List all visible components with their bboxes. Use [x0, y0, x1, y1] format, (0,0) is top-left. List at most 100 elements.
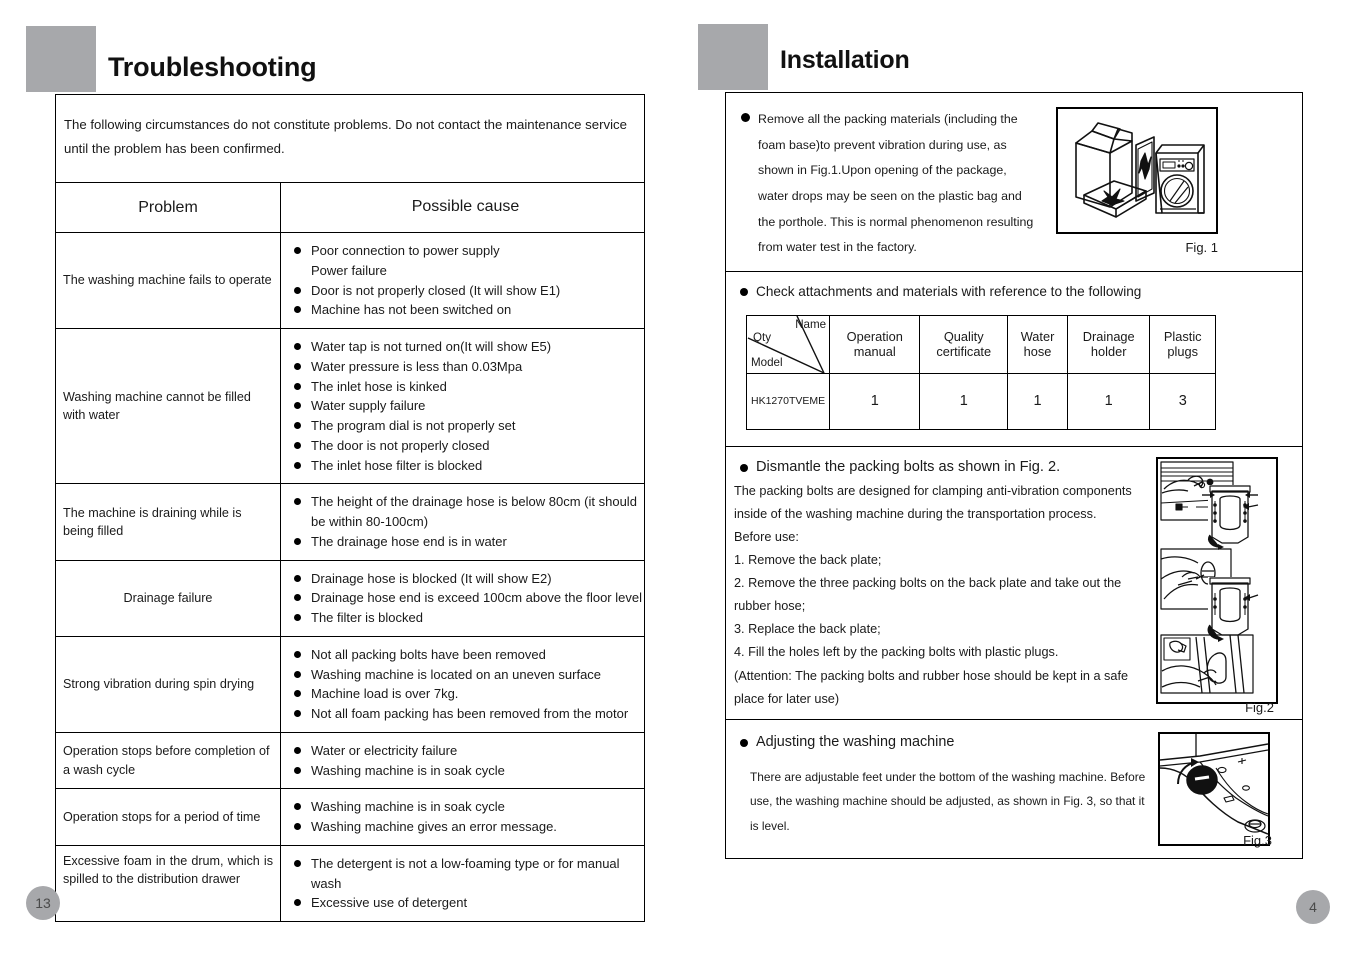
adjustable-foot-illustration	[1158, 731, 1270, 846]
figure-2-wrapper: Fig.2	[1156, 456, 1278, 715]
dismantle-bolts-paragraph: 2. Remove the three packing bolts on the…	[734, 576, 1122, 614]
attachments-column-header: Plastic plugs	[1149, 314, 1216, 374]
possible-cause-cell: Water or electricity failure Washing mach…	[281, 733, 644, 789]
section-dismantle-bolts: Dismantle the packing bolts as shown in …	[726, 447, 1302, 720]
cause-list: Drainage hose is blocked (It will show E…	[287, 569, 644, 628]
cause-list-item: Drainage hose end is exceed 100cm above …	[287, 588, 644, 608]
page-number-right: 4	[1296, 890, 1330, 924]
cause-list-item: Washing machine is in soak cycle	[287, 797, 644, 817]
cause-list-item: The inlet hose filter is blocked	[287, 456, 644, 476]
installation-content-box: Remove all the packing materials (includ…	[725, 92, 1303, 859]
cause-list-item: The inlet hose is kinked	[287, 377, 644, 397]
column-header-problem: Problem	[56, 182, 281, 233]
dismantle-bolts-paragraph: (Attention: The packing bolts and rubber…	[734, 668, 1129, 706]
cause-list: Water or electricity failure Washing mach…	[287, 741, 644, 781]
section-check-attachments: Check attachments and materials with ref…	[726, 272, 1302, 447]
cause-list-item: Machine load is over 7kg.	[287, 684, 644, 704]
attachments-corner-header: Name Qty Model	[745, 314, 831, 374]
possible-cause-cell: The detergent is not a low-foaming type …	[281, 846, 644, 921]
figure-2-caption: Fig.2	[1245, 699, 1274, 715]
packing-box-and-washer-illustration	[1056, 107, 1218, 234]
problem-cell: Strong vibration during spin drying	[56, 636, 281, 732]
heading-accent-square	[698, 24, 768, 90]
cause-list: The detergent is not a low-foaming type …	[287, 854, 644, 913]
corner-label-qty: Qty	[753, 330, 772, 344]
cause-list-item: The filter is blocked	[287, 608, 644, 628]
cause-list-item: The program dial is not properly set	[287, 416, 644, 436]
cause-list-item: Water tap is not turned on(It will show …	[287, 337, 644, 357]
figure-1-caption: Fig. 1	[1185, 240, 1218, 255]
problem-cell: The washing machine fails to operate	[56, 233, 281, 329]
cause-list: Not all packing bolts have been removed W…	[287, 645, 644, 724]
left-page: Troubleshooting The following circumstan…	[0, 0, 680, 954]
cause-list-item: Water supply failure	[287, 396, 644, 416]
check-attachments-heading: Check attachments and materials with ref…	[734, 281, 1292, 303]
dismantle-bolts-paragraph: 1. Remove the back plate;	[734, 553, 882, 567]
attachments-quantity-cell: 1	[829, 372, 921, 430]
possible-cause-cell: Poor connection to power supply Power fai…	[281, 233, 644, 328]
page-title-troubleshooting: Troubleshooting	[108, 52, 317, 82]
corner-label-name: Name	[795, 317, 827, 331]
problem-cell: Washing machine cannot be filled with wa…	[56, 329, 281, 484]
attachments-column-header: Quality certificate	[919, 314, 1009, 374]
installation-heading-block: Installation	[698, 24, 910, 90]
page-number-left: 13	[26, 886, 60, 920]
remove-packing-text: Remove all the packing materials (includ…	[734, 107, 1034, 261]
page-title-installation: Installation	[780, 46, 910, 74]
table-row: Drainage failure Drainage hose is blocked…	[56, 560, 644, 637]
possible-cause-cell: Water tap is not turned on(It will show …	[281, 329, 644, 483]
heading-accent-square	[26, 26, 96, 92]
cause-list-item: Water pressure is less than 0.03Mpa	[287, 357, 644, 377]
cause-list-item: Not all packing bolts have been removed	[287, 645, 644, 665]
cause-list-item: The drainage hose end is in water	[287, 532, 644, 552]
figure-1-wrapper: Fig. 1	[1056, 107, 1218, 261]
cause-list-item: The height of the drainage hose is below…	[287, 492, 644, 532]
cause-list: Washing machine is in soak cycle Washing …	[287, 797, 644, 837]
attachments-header-row: Name Qty Model Operation manual Quality …	[745, 314, 1216, 374]
troubleshooting-heading-block: Troubleshooting	[26, 26, 317, 92]
attachments-table: Name Qty Model Operation manual Quality …	[745, 314, 1216, 430]
cause-list-item: The door is not properly closed	[287, 436, 644, 456]
possible-cause-cell: Not all packing bolts have been removed W…	[281, 637, 644, 732]
cause-list-item: Machine has not been switched on	[287, 300, 644, 320]
problem-cell: Drainage failure	[56, 560, 281, 636]
corner-label-model: Model	[751, 355, 783, 369]
table-row: Operation stops before completion of a w…	[56, 732, 644, 790]
possible-cause-cell: The height of the drainage hose is below…	[281, 484, 644, 559]
attachments-model-cell: HK1270TVEME	[745, 372, 831, 430]
table-row: The machine is draining while is being f…	[56, 484, 644, 561]
dismantle-bolts-text-column: Dismantle the packing bolts as shown in …	[734, 457, 1152, 711]
cause-list-item: Not all foam packing has been removed fr…	[287, 704, 644, 724]
cause-list-item: The detergent is not a low-foaming type …	[287, 854, 644, 894]
cause-list-item: Water or electricity failure	[287, 741, 644, 761]
attachments-column-header: Operation manual	[829, 314, 921, 374]
possible-cause-cell: Drainage hose is blocked (It will show E…	[281, 561, 644, 636]
attachments-quantity-cell: 1	[919, 372, 1009, 430]
cause-list-item: Door is not properly closed (It will sho…	[287, 281, 644, 301]
problem-cell: Excessive foam in the drum, which is spi…	[56, 845, 281, 922]
table-header-row: Problem Possible cause	[56, 182, 644, 234]
cause-list: Poor connection to power supply Power fai…	[287, 241, 644, 320]
dismantle-bolts-paragraphs: The packing bolts are designed for clamp…	[734, 480, 1152, 711]
dismantle-bolts-paragraph: 4. Fill the holes left by the packing bo…	[734, 645, 1059, 660]
adjusting-heading: Adjusting the washing machine	[734, 732, 1152, 752]
attachments-quantity-cell: 1	[1007, 372, 1068, 430]
dismantle-bolts-paragraph: The packing bolts are designed for clamp…	[734, 483, 1132, 521]
problem-cell: Operation stops for a period of time	[56, 789, 281, 845]
packing-bolt-removal-steps-illustration	[1156, 456, 1278, 704]
cause-list-item: Washing machine gives an error message.	[287, 817, 644, 837]
troubleshooting-table: The following circumstances do not const…	[55, 94, 645, 923]
section-adjusting-machine: Adjusting the washing machine There are …	[726, 720, 1302, 858]
figure-3-wrapper: Fig.3	[1158, 731, 1272, 848]
attachments-column-header: Drainage holder	[1066, 314, 1151, 374]
section-remove-packing: Remove all the packing materials (includ…	[726, 93, 1302, 273]
cause-list-item: Washing machine is located on an uneven …	[287, 665, 644, 685]
table-row: Washing machine cannot be filled with wa…	[56, 329, 644, 485]
attachments-column-header: Water hose	[1007, 314, 1068, 374]
cause-list-item: Power failure	[311, 262, 387, 278]
attachments-quantity-cell: 3	[1149, 372, 1216, 430]
column-header-possible-cause: Possible cause	[411, 198, 520, 216]
adjusting-text-column: Adjusting the washing machine There are …	[734, 732, 1152, 846]
dismantle-bolts-heading: Dismantle the packing bolts as shown in …	[734, 457, 1152, 479]
manual-page-spread: Troubleshooting The following circumstan…	[0, 0, 1350, 954]
